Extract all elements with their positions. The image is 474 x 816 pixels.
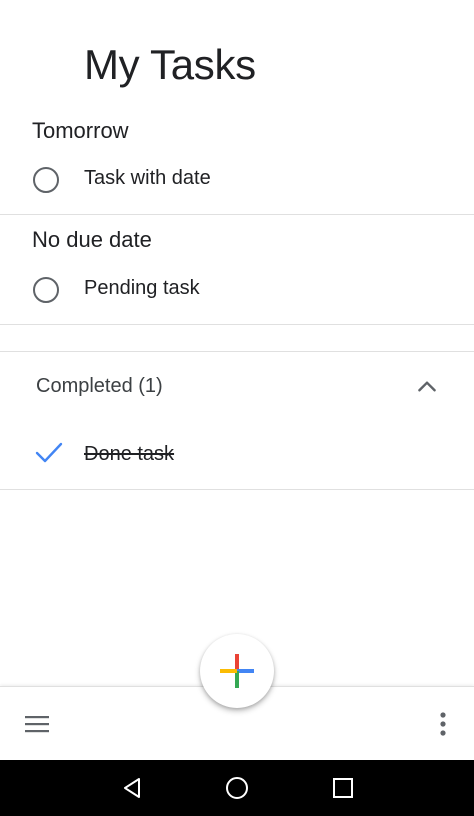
home-circle-icon[interactable] (225, 776, 249, 800)
divider (0, 324, 474, 325)
completed-task-row[interactable]: Done task (0, 434, 474, 478)
chevron-up-icon[interactable] (414, 374, 440, 400)
add-task-button[interactable] (200, 634, 274, 708)
divider (0, 214, 474, 215)
circle-outline-icon[interactable] (33, 277, 59, 303)
page-title: My Tasks (84, 41, 256, 88)
divider (0, 351, 474, 352)
more-vert-icon[interactable] (432, 711, 454, 737)
section-header-no-due-date: No due date (32, 227, 152, 252)
checkmark-icon[interactable] (34, 440, 64, 466)
system-nav-bar (0, 760, 474, 816)
task-label[interactable]: Done task (84, 434, 174, 474)
plus-icon (220, 654, 254, 688)
hamburger-menu-icon[interactable] (24, 713, 50, 735)
completed-label: Completed (1) (36, 375, 163, 397)
task-row[interactable]: Task with date (0, 158, 474, 202)
task-row[interactable]: Pending task (0, 268, 474, 312)
back-triangle-icon[interactable] (120, 776, 144, 800)
tasks-app: My Tasks Tomorrow Task with date No due … (0, 0, 474, 761)
section-header-tomorrow: Tomorrow (32, 118, 129, 143)
task-label[interactable]: Pending task (84, 268, 200, 308)
task-label[interactable]: Task with date (84, 158, 211, 198)
divider (0, 489, 474, 490)
circle-outline-icon[interactable] (33, 167, 59, 193)
completed-section-toggle[interactable]: Completed (1) (0, 364, 474, 408)
recents-square-icon[interactable] (331, 776, 355, 800)
